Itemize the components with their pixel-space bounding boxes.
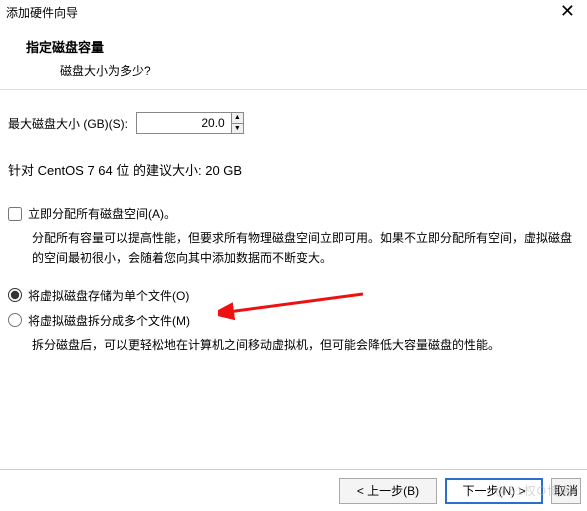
back-button[interactable]: < 上一步(B) — [339, 478, 437, 504]
spin-down-icon[interactable]: ▼ — [232, 124, 243, 134]
store-single-option: 将虚拟磁盘存储为单个文件(O) — [8, 287, 577, 304]
max-disk-size-input[interactable] — [137, 113, 231, 133]
store-split-option: 将虚拟磁盘拆分成多个文件(M) 拆分磁盘后，可以更轻松地在计算机之间移动虚拟机，… — [8, 312, 577, 355]
allocate-now-option: 立即分配所有磁盘空间(A)。 分配所有容量可以提高性能，但要求所有物理磁盘空间立… — [8, 205, 577, 269]
max-disk-size-field[interactable]: ▲ ▼ — [136, 112, 244, 134]
store-split-desc: 拆分磁盘后，可以更轻松地在计算机之间移动虚拟机，但可能会降低大容量磁盘的性能。 — [32, 335, 577, 355]
max-disk-size-row: 最大磁盘大小 (GB)(S): ▲ ▼ — [8, 112, 577, 134]
store-single-radio[interactable] — [8, 288, 22, 302]
store-single-label: 将虚拟磁盘存储为单个文件(O) — [28, 287, 189, 304]
wizard-footer: < 上一步(B) 下一步(N) > 取消 — [0, 469, 587, 511]
allocate-now-label: 立即分配所有磁盘空间(A)。 — [28, 205, 176, 222]
close-icon[interactable]: ✕ — [556, 4, 579, 18]
next-button[interactable]: 下一步(N) > — [445, 478, 543, 504]
spin-up-icon[interactable]: ▲ — [232, 113, 243, 124]
titlebar: 添加硬件向导 ✕ — [0, 0, 587, 23]
window-title: 添加硬件向导 — [6, 4, 78, 21]
wizard-body: 最大磁盘大小 (GB)(S): ▲ ▼ 针对 CentOS 7 64 位 的建议… — [0, 89, 587, 355]
wizard-header: 指定磁盘容量 磁盘大小为多少? — [0, 23, 587, 89]
page-title: 指定磁盘容量 — [26, 37, 579, 56]
store-split-radio[interactable] — [8, 313, 22, 327]
allocate-now-desc: 分配所有容量可以提高性能，但要求所有物理磁盘空间立即可用。如果不立即分配所有空间… — [32, 228, 577, 269]
allocate-now-checkbox[interactable] — [8, 207, 22, 221]
cancel-button[interactable]: 取消 — [551, 478, 581, 504]
page-subtitle: 磁盘大小为多少? — [60, 62, 579, 79]
max-disk-size-label: 最大磁盘大小 (GB)(S): — [8, 115, 128, 132]
spinner: ▲ ▼ — [231, 113, 243, 133]
recommended-size: 针对 CentOS 7 64 位 的建议大小: 20 GB — [8, 160, 577, 179]
store-split-label: 将虚拟磁盘拆分成多个文件(M) — [28, 312, 190, 329]
